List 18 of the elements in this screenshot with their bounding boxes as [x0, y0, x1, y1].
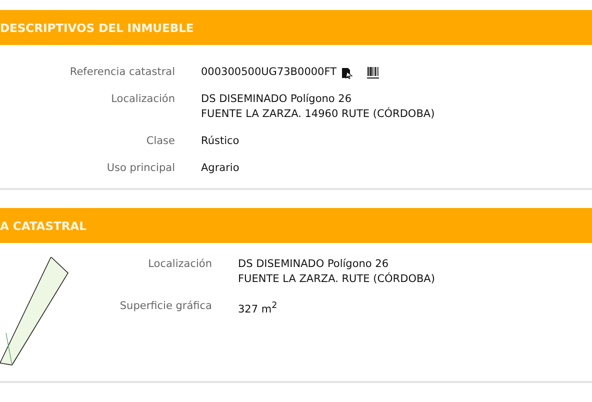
field-label: Uso principal: [106, 161, 175, 176]
field-label: Superficie gráfica: [118, 299, 212, 314]
field-label: Referencia catastral: [68, 65, 175, 80]
section-title: A CATASTRAL: [0, 218, 86, 232]
field-label: Localización: [147, 257, 212, 272]
field-value: DS DISEMINADO Polígono 26: [238, 257, 389, 272]
field-value: 000300500UG73B0000FT: [201, 65, 337, 80]
field-value: Rústico: [201, 134, 240, 149]
field-label: Clase: [145, 134, 175, 149]
field-value: DS DISEMINADO Polígono 26: [201, 92, 352, 107]
copy-icon[interactable]: [340, 66, 353, 78]
section-title: DESCRIPTIVOS DEL INMUEBLE: [0, 20, 194, 34]
field-label: Localización: [110, 92, 175, 107]
field-value: Agrario: [201, 161, 240, 176]
field-value: FUENTE LA ZARZA. 14960 RUTE (CÓRDOBA): [201, 107, 435, 122]
field-value: FUENTE LA ZARZA. RUTE (CÓRDOBA): [238, 272, 435, 287]
field-value: 327 m$^{2}$: [238, 300, 278, 318]
barcode-icon[interactable]: [366, 66, 379, 78]
